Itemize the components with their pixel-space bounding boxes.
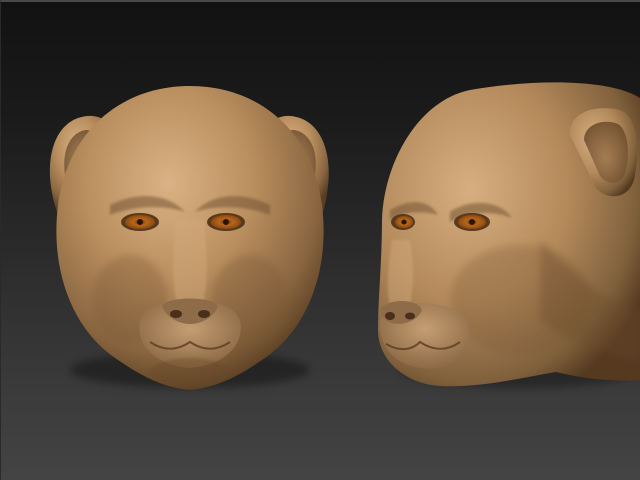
lioness-head-front-view[interactable] — [49, 86, 329, 390]
viewport-canvas[interactable] — [0, 0, 640, 480]
front-left-eye — [121, 213, 159, 231]
front-right-eye — [207, 213, 245, 231]
side-left-eye — [391, 214, 415, 230]
lioness-head-three-quarter-view[interactable] — [378, 82, 640, 388]
sculpt-viewport[interactable] — [0, 0, 640, 480]
side-right-eye — [454, 213, 490, 231]
